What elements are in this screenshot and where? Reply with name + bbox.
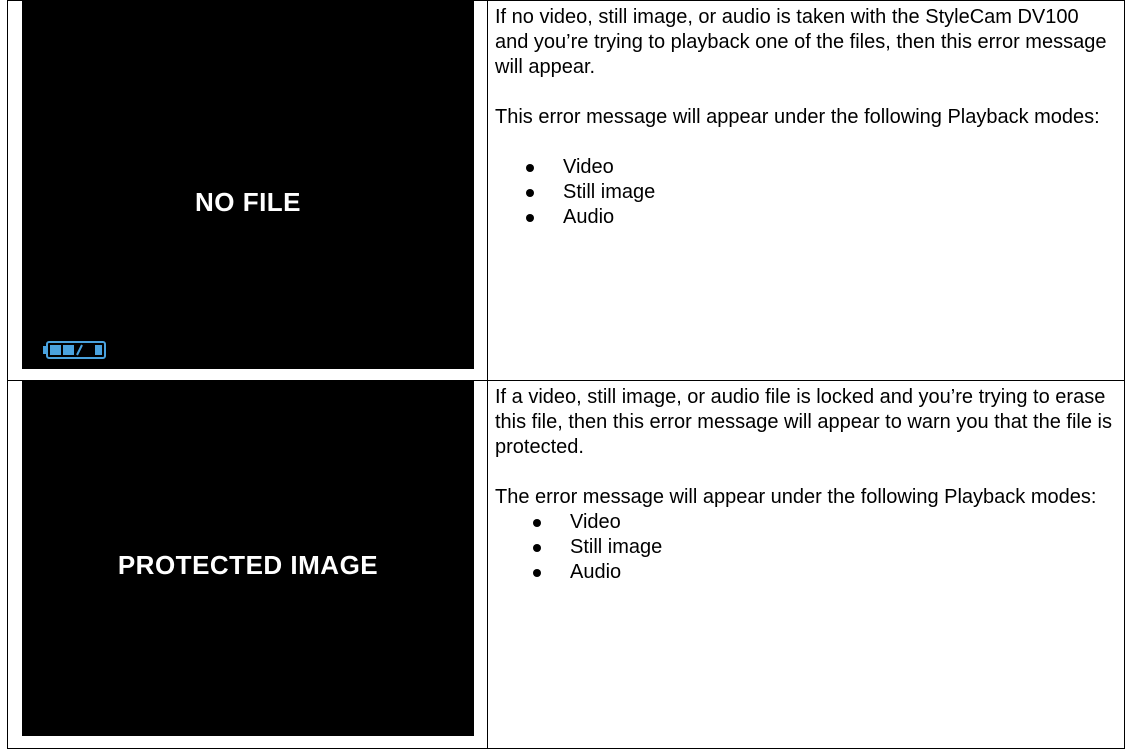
bullet-icon: [533, 544, 541, 552]
bullet-icon: [526, 164, 534, 172]
bullet-icon: [526, 189, 534, 197]
screen-message: PROTECTED IMAGE: [117, 550, 379, 580]
description-cell: If no video, still image, or audio is ta…: [487, 0, 1125, 381]
screen-message: NO FILE: [194, 187, 302, 217]
playback-modes-list: Video Still image Audio: [495, 510, 1114, 585]
description-paragraph: The error message will appear under the …: [495, 486, 1097, 508]
description-paragraph: This error message will appear under the…: [495, 106, 1100, 128]
list-item: Video: [495, 510, 1114, 535]
table-row: PROTECTED IMAGE If a video, still image,…: [7, 380, 1125, 749]
playback-modes-list: Video Still image Audio: [495, 155, 1114, 230]
description-cell: If a video, still image, or audio file i…: [487, 380, 1125, 749]
table-row: NO FILE If no video, still image, or aud…: [7, 0, 1125, 381]
description: If no video, still image, or audio is ta…: [488, 1, 1124, 230]
list-item: Audio: [495, 205, 1114, 230]
bullet-icon: [526, 214, 534, 222]
camera-screen-protected-image: PROTECTED IMAGE: [22, 381, 474, 736]
description-paragraph: If no video, still image, or audio is ta…: [495, 6, 1107, 78]
list-item: Video: [495, 155, 1114, 180]
description: If a video, still image, or audio file i…: [488, 381, 1124, 585]
list-item: Audio: [495, 560, 1114, 585]
screen-cell: NO FILE: [7, 0, 488, 381]
battery-icon: [43, 341, 106, 359]
bullet-icon: [533, 569, 541, 577]
error-message-table: NO FILE If no video, still image, or aud…: [7, 0, 1125, 749]
list-item: Still image: [495, 180, 1114, 205]
screen-cell: PROTECTED IMAGE: [7, 380, 488, 749]
bullet-icon: [533, 519, 541, 527]
description-paragraph: If a video, still image, or audio file i…: [495, 386, 1112, 458]
list-item: Still image: [495, 535, 1114, 560]
camera-screen-no-file: NO FILE: [22, 1, 474, 369]
